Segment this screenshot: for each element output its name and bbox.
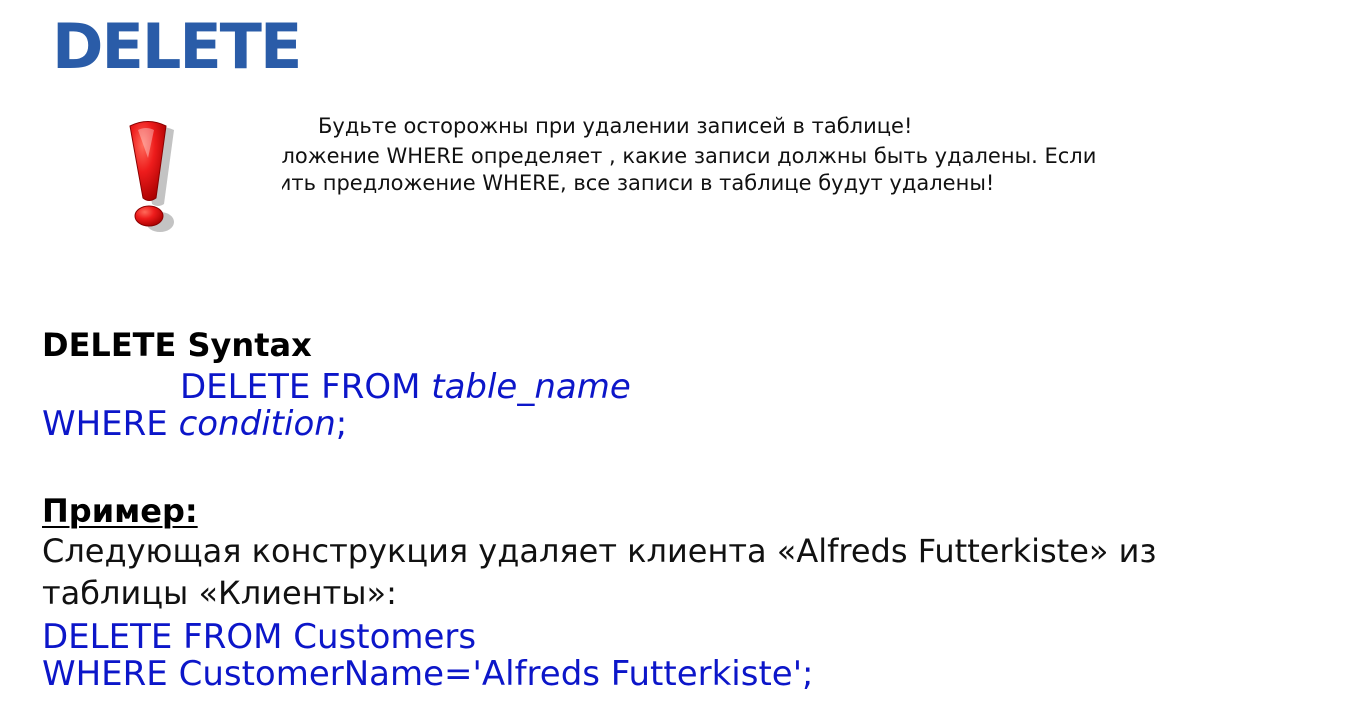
syntax-terminator: ; [335,404,348,444]
syntax-keyword: DELETE FROM [180,367,432,407]
exclamation-icon [118,118,188,238]
example-code-line-1: DELETE FROM Customers [42,617,477,657]
warning-line-3: стить предложение WHERE, все записи в та… [282,171,995,195]
warning-line-1: Будьте осторожны при удалении записей в … [318,114,913,138]
warning-line-2: едложение WHERE определяет , какие запис… [282,144,1097,168]
syntax-param: table_name [431,367,631,407]
syntax-line-2: WHERE condition; [42,404,347,444]
syntax-line-1: DELETE FROM table_name [180,367,631,407]
slide-title: DELETE [52,10,302,83]
syntax-heading: DELETE Syntax [42,326,312,364]
example-heading: Пример: [42,492,198,530]
syntax-keyword: WHERE [42,404,179,444]
example-code-line-2: WHERE CustomerName='Alfreds Futterkiste'… [42,654,814,694]
syntax-param: condition [178,404,336,444]
example-description: Следующая конструкция удаляет клиента «A… [42,532,1157,612]
warning-text-box: Будьте осторожны при удалении записей в … [282,110,1292,210]
